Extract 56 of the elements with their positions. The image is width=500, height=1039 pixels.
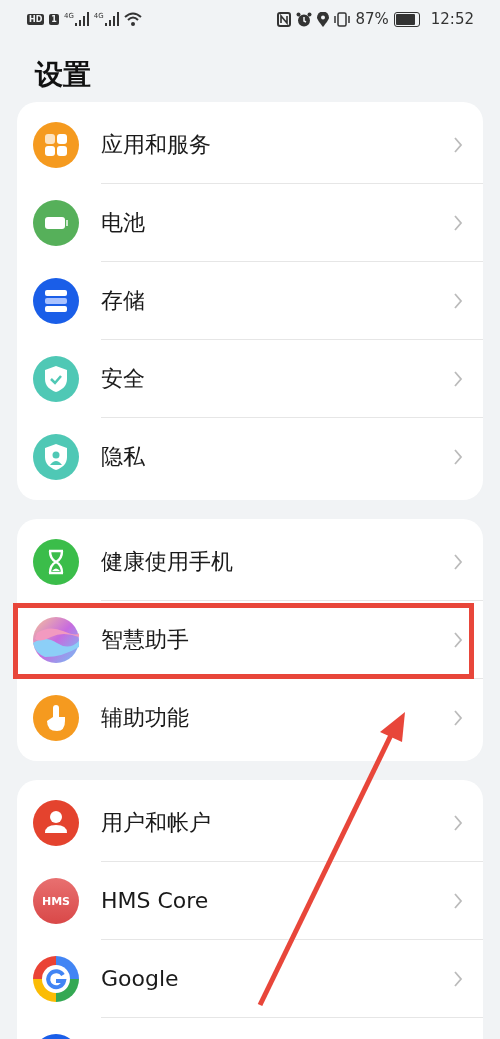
- storage-icon: [33, 278, 79, 324]
- signal-icon: [74, 12, 89, 26]
- wifi-icon: [123, 12, 142, 26]
- hd-badge: HD: [27, 13, 45, 25]
- item-label: 存储: [101, 286, 145, 315]
- chevron-right-icon: [453, 369, 463, 388]
- settings-item[interactable]: 用户和帐户: [17, 784, 483, 862]
- battery-percent: 87%: [355, 10, 389, 28]
- settings-item[interactable]: 存储: [17, 262, 483, 340]
- location-icon: [317, 11, 330, 27]
- hand-tap-icon: [33, 695, 79, 741]
- item-label: HMS Core: [101, 888, 209, 913]
- settings-item[interactable]: HMS HMS Core: [17, 862, 483, 940]
- settings-item[interactable]: 健康使用手机: [17, 523, 483, 601]
- shield-check-icon: [33, 356, 79, 402]
- hourglass-icon: [33, 539, 79, 585]
- battery-icon: [393, 11, 420, 27]
- chevron-right-icon: [453, 448, 463, 466]
- clock-time: 12:52: [430, 10, 474, 28]
- chevron-right-icon: [453, 813, 463, 832]
- item-label: 智慧助手: [101, 625, 189, 654]
- settings-item[interactable]: 电池: [17, 184, 483, 262]
- item-label: 用户和帐户: [101, 808, 211, 837]
- vibrate-icon: [334, 11, 351, 27]
- battery-icon: [33, 200, 79, 246]
- item-label: 应用和服务: [101, 130, 211, 159]
- chevron-right-icon: [453, 891, 463, 910]
- settings-item[interactable]: 智慧助手: [17, 601, 483, 679]
- google-g-icon: [33, 956, 79, 1002]
- alarm-icon: [296, 11, 313, 27]
- chevron-right-icon: [453, 630, 463, 649]
- hms-icon: HMS: [33, 878, 79, 924]
- settings-item[interactable]: 隐私: [17, 418, 483, 496]
- sim-slot: 1: [49, 13, 59, 25]
- chevron-right-icon: [453, 213, 463, 232]
- item-label: Google: [101, 966, 179, 991]
- chevron-right-icon: [453, 552, 463, 571]
- settings-item[interactable]: 安全: [17, 340, 483, 418]
- shield-person-icon: [33, 434, 79, 480]
- chevron-right-icon: [453, 291, 463, 310]
- chevron-right-icon: [453, 135, 463, 154]
- chevron-right-icon: [453, 709, 463, 727]
- page-title: 设置: [33, 57, 92, 93]
- nfc-icon: [277, 11, 292, 27]
- signal-icon: [104, 12, 119, 26]
- chevron-right-icon: [453, 969, 463, 988]
- item-label: 隐私: [101, 443, 145, 471]
- item-label: 健康使用手机: [101, 547, 233, 576]
- item-label: 安全: [101, 364, 145, 393]
- person-icon: [33, 800, 79, 846]
- apps-grid-icon: [33, 122, 79, 168]
- settings-item[interactable]: Google: [17, 940, 483, 1018]
- item-label: 辅助功能: [101, 704, 189, 732]
- item-label: 电池: [101, 208, 145, 237]
- settings-item[interactable]: 应用和服务: [17, 106, 483, 184]
- gradient-orb-icon: [33, 617, 79, 663]
